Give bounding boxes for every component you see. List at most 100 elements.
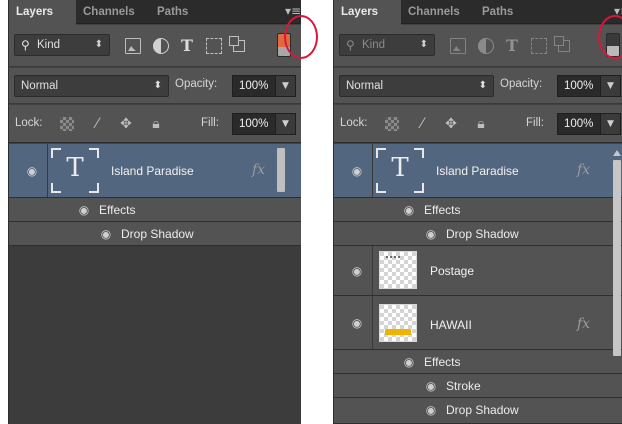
tab-channels[interactable]: Channels	[76, 0, 150, 24]
lock-transparent-icon[interactable]	[60, 117, 74, 131]
opacity-label: Opacity:	[500, 78, 543, 90]
blend-mode-label: Normal	[21, 80, 59, 92]
effects-row[interactable]: ◉ Effects	[334, 198, 622, 222]
filter-row: ⚲ Kind ⬍ T	[9, 25, 301, 67]
chevron-updown-icon: ⬍	[419, 39, 428, 50]
layer-name[interactable]: Island Paradise	[111, 164, 194, 178]
pixel-filter-icon[interactable]	[125, 38, 141, 54]
blend-row: Normal ⬍ Opacity: 100% ▼	[9, 68, 301, 104]
fx-icon[interactable]: fx	[577, 316, 590, 332]
layers-panel-right: Layers Channels Paths ▾≡ ⚲ Kind ⬍ T Norm…	[333, 0, 622, 424]
chevron-updown-icon: ⬍	[153, 80, 162, 91]
panel-tab-bar: Layers Channels Paths ▾≡	[334, 0, 622, 25]
tab-paths[interactable]: Paths	[150, 0, 206, 24]
adjustment-filter-icon[interactable]	[153, 38, 169, 54]
fill-input[interactable]: 100%	[232, 113, 276, 135]
lock-brush-icon[interactable]: ⁄	[415, 117, 429, 131]
tab-paths[interactable]: Paths	[475, 0, 531, 24]
eye-icon[interactable]: ◉	[77, 203, 91, 217]
type-layer-glyph: T	[391, 153, 409, 183]
effect-name: Stroke	[446, 379, 481, 393]
layer-thumbnail	[379, 251, 417, 289]
eye-icon[interactable]: ◉	[99, 227, 113, 241]
opacity-dropdown-button[interactable]: ▼	[601, 75, 621, 97]
scroll-up-arrow[interactable]	[613, 150, 621, 156]
type-layer-thumbnail: T	[376, 148, 424, 193]
fill-label: Fill:	[526, 117, 544, 129]
pixel-filter-icon[interactable]	[450, 38, 466, 54]
effect-name: Drop Shadow	[121, 227, 194, 241]
eye-icon[interactable]: ◉	[350, 164, 364, 178]
effects-row[interactable]: ◉ Effects	[334, 350, 622, 374]
effect-row-stroke[interactable]: ◉ Stroke	[334, 374, 622, 398]
fx-icon[interactable]: fx	[252, 162, 265, 178]
layer-name[interactable]: Postage	[430, 264, 474, 278]
filter-kind-select[interactable]: ⚲ Kind ⬍	[14, 34, 110, 56]
lock-move-icon[interactable]: ✥	[444, 117, 458, 131]
eye-icon[interactable]: ◉	[25, 164, 39, 178]
opacity-label: Opacity:	[175, 78, 218, 90]
eye-icon[interactable]: ◉	[402, 355, 416, 369]
layer-row-hawaii[interactable]: ◉ HAWAII fx	[334, 296, 622, 350]
layer-row-postage[interactable]: ◉ Postage	[334, 246, 622, 296]
fill-label: Fill:	[201, 117, 219, 129]
fill-input[interactable]: 100%	[557, 113, 601, 135]
filter-kind-label: Kind	[37, 39, 61, 51]
filter-kind-select[interactable]: ⚲ Kind ⬍	[339, 34, 435, 56]
lock-all-icon[interactable]: 🔒︎	[149, 117, 163, 131]
eye-icon[interactable]: ◉	[402, 203, 416, 217]
shape-filter-icon[interactable]	[206, 38, 222, 54]
highlight-circle	[284, 15, 318, 59]
layer-name[interactable]: Island Paradise	[436, 164, 519, 178]
shape-filter-icon[interactable]	[531, 38, 547, 54]
eye-icon[interactable]: ◉	[350, 264, 364, 278]
effect-row-drop-shadow[interactable]: ◉ Drop Shadow	[334, 222, 622, 246]
lock-move-icon[interactable]: ✥	[119, 117, 133, 131]
effects-label: Effects	[424, 355, 461, 369]
lock-transparent-icon[interactable]	[385, 117, 399, 131]
layers-panel-left: Layers Channels Paths ▾≡ ⚲ Kind ⬍ T Norm…	[8, 0, 301, 424]
lock-row: Lock: ⁄ ✥ 🔒︎ Fill: 100% ▼	[9, 105, 301, 143]
type-layer-glyph: T	[66, 153, 84, 183]
smart-object-filter-icon[interactable]	[229, 36, 245, 52]
eye-icon[interactable]: ◉	[424, 379, 438, 393]
search-icon: ⚲	[346, 38, 355, 52]
blend-mode-select[interactable]: Normal ⬍	[339, 75, 494, 97]
adjustment-filter-icon[interactable]	[478, 38, 494, 54]
opacity-input[interactable]: 100%	[232, 75, 276, 97]
scrollbar-thumb[interactable]	[613, 160, 621, 356]
lock-brush-icon[interactable]: ⁄	[90, 117, 104, 131]
fill-dropdown-button[interactable]: ▼	[601, 113, 621, 135]
eye-icon[interactable]: ◉	[424, 403, 438, 417]
layer-row-island-paradise[interactable]: ◉ T Island Paradise fx	[9, 144, 301, 198]
type-filter-icon[interactable]: T	[179, 38, 195, 54]
panel-tab-bar: Layers Channels Paths ▾≡	[9, 0, 301, 25]
eye-icon[interactable]: ◉	[424, 227, 438, 241]
layers-list: ◉ T Island Paradise fx ◉ Effects ◉ Drop …	[9, 144, 301, 424]
tab-channels[interactable]: Channels	[401, 0, 475, 24]
filter-row: ⚲ Kind ⬍ T	[334, 25, 622, 67]
effect-row-drop-shadow[interactable]: ◉ Drop Shadow	[9, 222, 301, 246]
eye-icon[interactable]: ◉	[350, 316, 364, 330]
layers-list: ◉ T Island Paradise fx ◉ Effects ◉ Drop …	[334, 144, 622, 424]
effect-row-drop-shadow[interactable]: ◉ Drop Shadow	[334, 398, 622, 424]
effects-row[interactable]: ◉ Effects	[9, 198, 301, 222]
search-icon: ⚲	[21, 38, 30, 52]
layer-row-island-paradise[interactable]: ◉ T Island Paradise fx	[334, 144, 622, 198]
fill-dropdown-button[interactable]: ▼	[276, 113, 296, 135]
layer-name[interactable]: HAWAII	[430, 318, 472, 332]
smart-object-filter-icon[interactable]	[554, 36, 570, 52]
type-filter-icon[interactable]: T	[504, 38, 520, 54]
opacity-dropdown-button[interactable]: ▼	[276, 75, 296, 97]
scrollbar-thumb[interactable]	[277, 148, 285, 192]
lock-all-icon[interactable]: 🔒︎	[474, 117, 488, 131]
chevron-updown-icon: ⬍	[478, 80, 487, 91]
opacity-input[interactable]: 100%	[557, 75, 601, 97]
fx-icon[interactable]: fx	[577, 162, 590, 178]
filter-kind-label: Kind	[362, 39, 386, 51]
layer-thumbnail	[379, 304, 417, 342]
chevron-updown-icon: ⬍	[94, 39, 103, 50]
blend-mode-select[interactable]: Normal ⬍	[14, 75, 169, 97]
tab-layers[interactable]: Layers	[9, 0, 76, 25]
tab-layers[interactable]: Layers	[334, 0, 401, 25]
